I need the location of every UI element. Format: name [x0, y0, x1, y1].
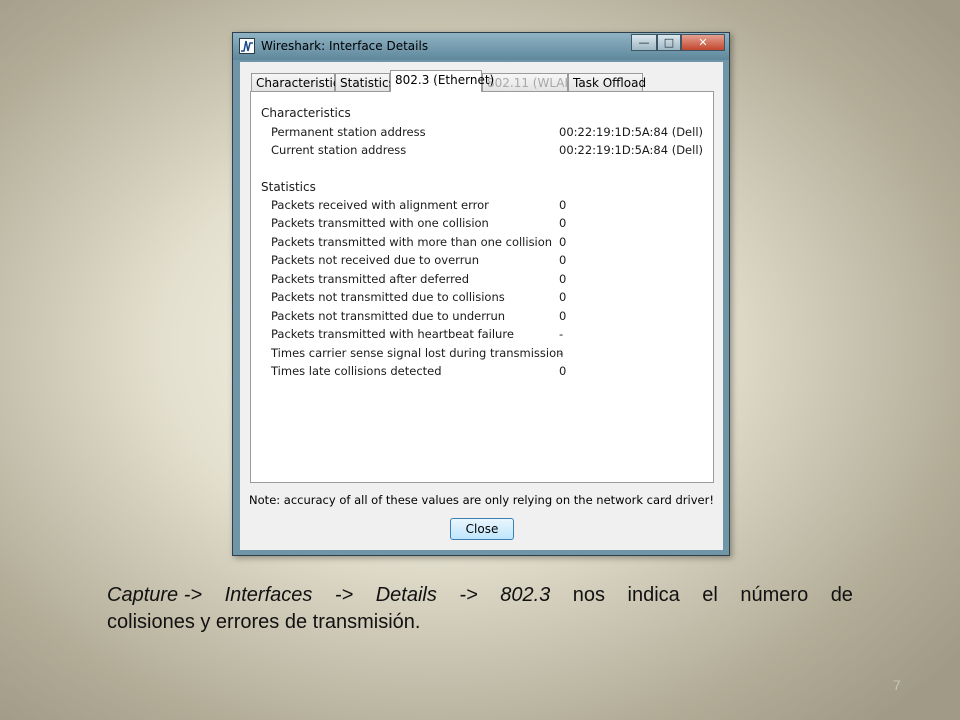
tab-802-11-wlan: 802.11 (WLAN) — [482, 73, 578, 91]
row-label: Permanent station address — [271, 125, 426, 139]
row-value: 0 — [559, 364, 567, 378]
caption-word: de — [830, 584, 853, 606]
row-value: 0 — [559, 216, 567, 230]
caption-line-2: colisiones y errores de transmisión. — [107, 611, 421, 633]
row-value: 0 — [559, 290, 567, 304]
caption-word: Interfaces — [224, 584, 313, 606]
row-label: Packets not transmitted due to underrun — [271, 309, 506, 323]
caption-word: 802.3 — [500, 584, 551, 606]
maximize-button[interactable]: □ — [657, 34, 681, 51]
window-title: Wireshark: Interface Details — [261, 39, 429, 53]
driver-accuracy-note: Note: accuracy of all of these values ar… — [249, 493, 714, 507]
row-label: Packets received with alignment error — [271, 198, 489, 212]
close-button[interactable]: Close — [450, 518, 514, 540]
page-number: 7 — [893, 677, 901, 693]
row-value: 00:22:19:1D:5A:84 (Dell) — [559, 143, 704, 157]
caption-word: el — [702, 584, 718, 606]
row-value: - — [559, 327, 564, 341]
tab-task-offload[interactable]: Task Offload — [568, 73, 646, 91]
minimize-button[interactable]: — — [631, 34, 657, 51]
tab-802-3-ethernet[interactable]: 802.3 (Ethernet) — [390, 70, 494, 92]
title-bar[interactable]: Wireshark: Interface Details — □ ✕ — [233, 33, 729, 60]
dialog-client-area: Characteristics Statistics 802.3 (Ethern… — [240, 62, 723, 550]
row-value: 0 — [559, 272, 567, 286]
caption-word: indica — [627, 584, 680, 606]
interface-details-window: Wireshark: Interface Details — □ ✕ Chara… — [232, 32, 730, 556]
tab-characteristics[interactable]: Characteristics — [251, 73, 346, 91]
caption-word: Details — [375, 584, 437, 606]
caption-word: -> — [459, 584, 478, 606]
row-label: Packets not received due to overrun — [271, 253, 480, 267]
row-label: Current station address — [271, 143, 407, 157]
row-label: Times carrier sense signal lost during t… — [271, 346, 564, 360]
row-label: Times late collisions detected — [271, 364, 442, 378]
caption-word: -> — [334, 584, 354, 606]
wireshark-icon — [239, 38, 255, 54]
tab-statistics[interactable]: Statistics — [335, 73, 395, 91]
caption-word: nos — [572, 584, 606, 606]
row-value: - — [559, 346, 564, 360]
caption-line-1: Capture -> Interfaces -> Details -> 802.… — [107, 582, 853, 609]
row-value: 00:22:19:1D:5A:84 (Dell) — [559, 125, 704, 139]
slide-caption: Capture -> Interfaces -> Details -> 802.… — [107, 582, 853, 636]
section-title-statistics: Statistics — [261, 180, 316, 194]
ethernet-details-panel: Characteristics Permanent station addres… — [250, 91, 714, 483]
row-value: 0 — [559, 253, 567, 267]
row-value: 0 — [559, 309, 567, 323]
section-title-characteristics: Characteristics — [261, 106, 351, 120]
row-label: Packets transmitted with more than one c… — [271, 235, 553, 249]
row-label: Packets transmitted with heartbeat failu… — [271, 327, 514, 341]
close-window-button[interactable]: ✕ — [681, 34, 725, 51]
row-label: Packets transmitted with one collision — [271, 216, 489, 230]
caption-word: Capture -> — [107, 584, 203, 606]
row-value: 0 — [559, 235, 567, 249]
row-value: 0 — [559, 198, 567, 212]
caption-word: número — [740, 584, 809, 606]
row-label: Packets transmitted after deferred — [271, 272, 470, 286]
row-label: Packets not transmitted due to collision… — [271, 290, 505, 304]
